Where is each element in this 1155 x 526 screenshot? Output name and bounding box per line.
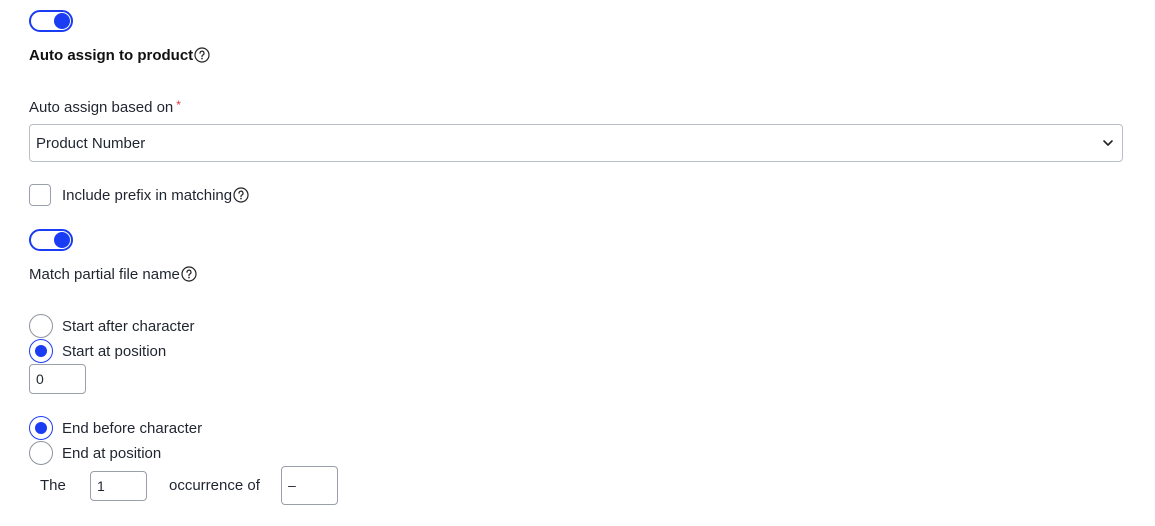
end-before-character-option[interactable]: End before character [29,416,202,440]
include-prefix-checkbox[interactable] [29,184,51,206]
required-asterisk: * [176,98,181,112]
include-prefix-label: Include prefix in matching [62,187,249,204]
section-title-text: Auto assign to product [29,47,194,64]
based-on-select[interactable]: Product Number [29,124,1123,162]
match-partial-toggle[interactable] [29,229,73,251]
auto-assign-toggle[interactable] [29,10,73,32]
end-before-character-label: End before character [62,419,203,437]
occurrence-middle-text: occurrence of [169,477,260,494]
end-before-character-radio[interactable] [29,416,53,440]
help-icon[interactable] [233,186,249,203]
chevron-down-icon [1103,140,1113,146]
start-at-position-radio[interactable] [29,339,53,363]
start-after-character-label: Start after character [62,317,195,335]
based-on-label-text: Auto assign based on [29,99,174,116]
include-prefix-row: Include prefix in matching [29,184,249,206]
match-partial-label-text: Match partial file name [29,266,180,283]
based-on-select-value: Product Number [36,135,146,152]
end-at-position-label: End at position [62,444,162,462]
occurrence-prefix-text: The [40,477,66,494]
start-at-position-option[interactable]: Start at position [29,339,166,363]
start-position-input[interactable]: 0 [29,364,86,394]
toggle-knob [54,13,70,29]
start-after-character-radio[interactable] [29,314,53,338]
based-on-label: Auto assign based on * [29,98,181,116]
help-icon[interactable] [194,47,210,63]
start-at-position-label: Start at position [62,342,167,360]
section-title: Auto assign to product [29,47,210,64]
end-at-position-option[interactable]: End at position [29,441,161,465]
occurrence-character-input[interactable]: – [281,466,338,505]
help-icon[interactable] [181,266,197,282]
toggle-knob [54,232,70,248]
occurrence-count-input[interactable]: 1 [90,471,147,501]
start-after-character-option[interactable]: Start after character [29,314,195,338]
include-prefix-label-text: Include prefix in matching [62,186,233,204]
match-partial-label: Match partial file name [29,266,197,283]
auto-assign-settings-panel: Auto assign to product Auto assign based… [0,0,1155,526]
end-at-position-radio[interactable] [29,441,53,465]
